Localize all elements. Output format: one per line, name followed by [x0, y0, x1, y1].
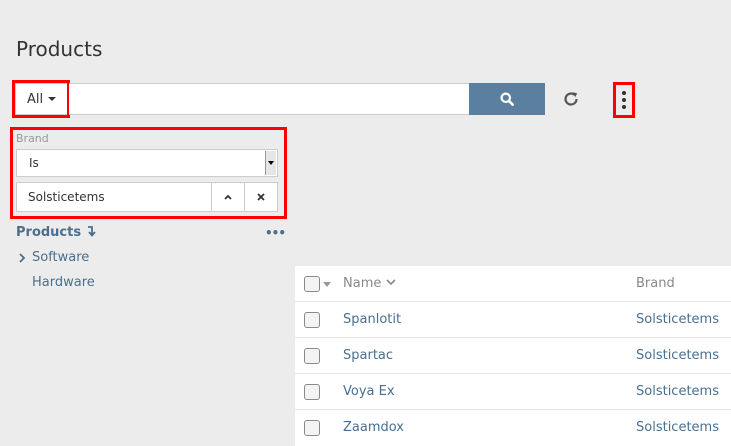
cell-brand[interactable]: Solsticetems	[636, 348, 719, 363]
chevron-right-icon[interactable]	[17, 252, 27, 264]
search-button[interactable]	[469, 83, 545, 115]
refresh-button[interactable]	[559, 87, 583, 111]
select-arrow-icon	[265, 151, 276, 175]
kebab-icon	[622, 91, 626, 95]
filter-operator-value: Is	[29, 156, 39, 170]
kebab-dot	[622, 105, 626, 109]
cell-name[interactable]: Voya Ex	[343, 384, 395, 399]
table-header-row: Name Brand	[295, 266, 731, 302]
kebab-dot	[622, 98, 626, 102]
tree-header-label: Products	[16, 225, 82, 240]
sort-down-icon	[385, 279, 396, 286]
search-icon	[500, 92, 514, 106]
caret-down-icon[interactable]	[323, 282, 331, 288]
table-row[interactable]: Spartac Solsticetems	[295, 338, 731, 374]
column-header-brand[interactable]: Brand	[636, 276, 675, 291]
cell-name[interactable]: Spanlotit	[343, 312, 401, 327]
row-checkbox[interactable]	[304, 384, 320, 400]
cell-brand[interactable]: Solsticetems	[636, 384, 719, 399]
column-header-name[interactable]: Name	[343, 276, 396, 291]
page-title: Products	[16, 37, 103, 61]
filter-collapse-button[interactable]	[211, 183, 244, 211]
filter-clear-button[interactable]	[244, 183, 277, 211]
filter-value: Solsticetems	[28, 190, 105, 204]
cell-brand[interactable]: Solsticetems	[636, 312, 719, 327]
select-all-checkbox[interactable]	[304, 276, 320, 292]
cell-name[interactable]: Zaamdox	[343, 420, 404, 435]
tree-header[interactable]: Products	[16, 225, 96, 240]
tree-item-software[interactable]: Software	[32, 250, 89, 265]
more-options-button[interactable]	[617, 86, 631, 114]
tree-more-button[interactable]: •••	[265, 226, 286, 240]
row-checkbox[interactable]	[304, 312, 320, 328]
filter-operator-select[interactable]: Is	[16, 149, 278, 177]
search-scope-label: All	[27, 91, 44, 107]
search-scope-dropdown[interactable]: All	[15, 83, 69, 115]
cell-name[interactable]: Spartac	[343, 348, 393, 363]
table-row[interactable]: Voya Ex Solsticetems	[295, 374, 731, 410]
row-checkbox[interactable]	[304, 348, 320, 364]
filter-value-field[interactable]: Solsticetems	[16, 182, 278, 212]
search-input[interactable]	[69, 83, 470, 115]
chevron-up-icon	[224, 194, 232, 200]
cell-brand[interactable]: Solsticetems	[636, 420, 719, 435]
tree-item-hardware[interactable]: Hardware	[32, 275, 95, 290]
filter-field-label: Brand	[16, 132, 49, 145]
row-checkbox[interactable]	[304, 420, 320, 436]
refresh-icon	[564, 92, 578, 106]
sort-down-icon	[87, 226, 96, 237]
table-row[interactable]: Zaamdox Solsticetems	[295, 410, 731, 446]
caret-down-icon	[48, 97, 57, 101]
close-icon	[257, 193, 265, 201]
table-row[interactable]: Spanlotit Solsticetems	[295, 302, 731, 338]
products-table: Name Brand Spanlotit Solsticetems Sparta…	[295, 266, 731, 446]
column-header-name-label: Name	[343, 276, 382, 291]
